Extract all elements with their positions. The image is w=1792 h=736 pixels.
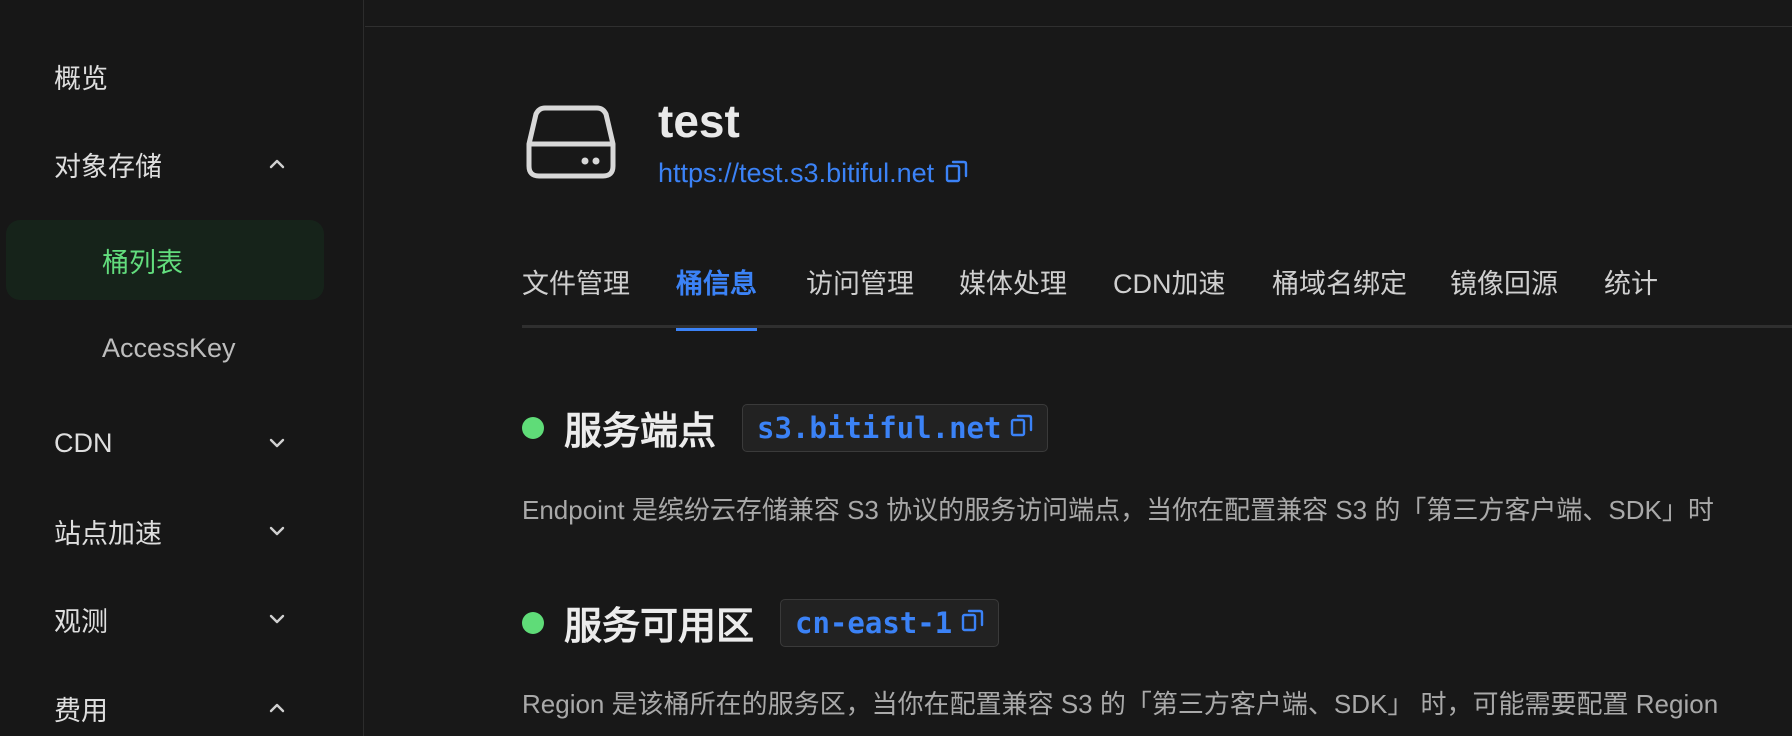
tab-file-management[interactable]: 文件管理 (522, 262, 630, 328)
endpoint-section-header: 服务端点 s3.bitiful.net (522, 400, 1049, 455)
region-description: Region 是该桶所在的服务区，当你在配置兼容 S3 的「第三方客户端、SDK… (522, 689, 1719, 719)
tab-label: 访问管理 (806, 269, 914, 299)
chevron-down-icon (266, 432, 288, 454)
region-chip[interactable]: cn-east-1 (780, 598, 1000, 647)
chevron-down-icon (266, 608, 288, 630)
chevron-up-icon (266, 697, 288, 719)
tab-label: 镜像回源 (1450, 269, 1558, 299)
chevron-down-icon (266, 520, 288, 542)
chevron-up-icon (266, 153, 288, 175)
tab-media-processing[interactable]: 媒体处理 (959, 262, 1067, 328)
status-dot (522, 611, 544, 634)
bucket-url-link[interactable]: https://test.s3.bitiful.net (658, 158, 934, 189)
tab-bucket-info[interactable]: 桶信息 (676, 262, 757, 331)
tab-mirror-origin[interactable]: 镜像回源 (1450, 262, 1558, 328)
nav-label-cdn: CDN (54, 427, 113, 458)
nav-item-site-accel[interactable]: 站点加速 (0, 503, 364, 559)
tab-label: 媒体处理 (959, 269, 1067, 299)
bucket-name: test (658, 95, 740, 147)
nav-label-object-storage: 对象存储 (54, 151, 162, 182)
tab-label: 文件管理 (522, 269, 630, 299)
region-value: cn-east-1 (795, 605, 953, 640)
nav-sublabel-bucket-list: 桶列表 (102, 247, 183, 278)
nav-item-overview[interactable]: 概览 (0, 48, 364, 104)
hard-drive-icon (525, 100, 617, 184)
tab-label: CDN加速 (1113, 269, 1226, 299)
tab-cdn-acceleration[interactable]: CDN加速 (1113, 262, 1226, 328)
topbar-divider (365, 26, 1792, 27)
endpoint-title: 服务端点 (564, 411, 717, 453)
nav-item-cdn[interactable]: CDN (0, 415, 364, 471)
copy-icon[interactable] (944, 158, 970, 189)
tab-label: 统计 (1604, 269, 1658, 299)
tab-label: 桶信息 (676, 269, 757, 299)
region-section-header: 服务可用区 cn-east-1 (522, 595, 1000, 650)
tab-label: 桶域名绑定 (1272, 269, 1407, 299)
tab-statistics[interactable]: 统计 (1604, 262, 1658, 328)
tab-bar: 文件管理 桶信息 访问管理 媒体处理 CDN加速 桶域名绑定 镜像回源 统计 (522, 262, 1792, 331)
tab-domain-binding[interactable]: 桶域名绑定 (1272, 262, 1407, 328)
nav-label-observe: 观测 (54, 606, 108, 637)
endpoint-chip[interactable]: s3.bitiful.net (742, 403, 1049, 452)
copy-icon[interactable] (1009, 412, 1035, 443)
region-title: 服务可用区 (564, 606, 755, 648)
nav-item-object-storage[interactable]: 对象存储 (0, 136, 364, 192)
main-content: test https://test.s3.bitiful.net 文件管理 桶信… (365, 0, 1792, 736)
nav-subitem-accesskey[interactable]: AccessKey (6, 308, 324, 388)
endpoint-value: s3.bitiful.net (757, 410, 1002, 445)
nav-subitem-bucket-list[interactable]: 桶列表 (6, 220, 324, 300)
active-tab-indicator (676, 328, 757, 331)
nav-sublabel-accesskey: AccessKey (102, 332, 236, 363)
sidebar: 概览 对象存储 桶列表 AccessKey CDN 站点加速 观测 费用 (0, 0, 364, 736)
tab-access-management[interactable]: 访问管理 (806, 262, 914, 328)
endpoint-description: Endpoint 是缤纷云存储兼容 S3 协议的服务访问端点，当你在配置兼容 S… (522, 495, 1714, 525)
nav-label-overview: 概览 (54, 63, 108, 94)
nav-item-billing[interactable]: 费用 (0, 680, 364, 736)
status-dot (522, 416, 544, 439)
nav-item-observe[interactable]: 观测 (0, 591, 364, 647)
copy-icon[interactable] (960, 607, 986, 638)
bucket-url-row: https://test.s3.bitiful.net (658, 158, 970, 189)
nav-label-billing: 费用 (54, 695, 108, 726)
nav-label-site-accel: 站点加速 (54, 518, 162, 549)
